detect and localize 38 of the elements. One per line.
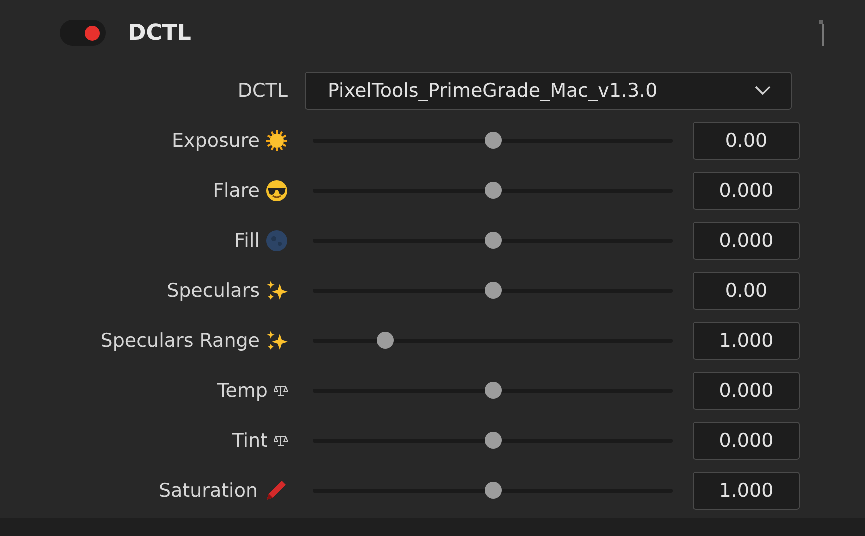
slider-label: Speculars [167,280,260,302]
value-field[interactable]: 0.000 [693,222,800,260]
slider-label: Temp [217,380,268,402]
slider-label: Flare [213,180,260,202]
slider-thumb[interactable] [485,282,502,299]
moon-icon [266,230,288,252]
enable-toggle[interactable] [60,20,106,46]
slider-thumb[interactable] [485,132,502,149]
slider-label: Tint [232,430,268,452]
scroll-indicator-icon [819,20,825,46]
value-field[interactable]: 1.000 [693,322,800,360]
chevron-down-icon [755,86,771,96]
section-title: DCTL [128,20,192,46]
slider-label: Exposure [172,130,260,152]
sun-face-icon [266,130,288,152]
sparkles-icon [266,330,288,352]
scales-icon [274,435,288,447]
slider-thumb[interactable] [485,232,502,249]
field-label: DCTL [238,80,288,102]
value-field[interactable]: 0.00 [693,122,800,160]
crayon-icon [264,479,288,503]
slider-thumb[interactable] [377,332,394,349]
value-field[interactable]: 0.000 [693,172,800,210]
dctl-dropdown[interactable]: PixelTools_PrimeGrade_Mac_v1.3.0 [305,72,792,110]
scales-icon [274,385,288,397]
value-field[interactable]: 0.000 [693,372,800,410]
value-field[interactable]: 1.000 [693,472,800,510]
slider-label: Speculars Range [100,330,260,352]
slider-thumb[interactable] [485,182,502,199]
sunglasses-face-icon [266,180,288,202]
slider-thumb[interactable] [485,432,502,449]
sparkles-icon [266,280,288,302]
slider-thumb[interactable] [485,482,502,499]
slider-label: Saturation [158,480,258,502]
slider-thumb[interactable] [485,382,502,399]
slider-label: Fill [234,230,260,252]
value-field[interactable]: 0.00 [693,272,800,310]
value-field[interactable]: 0.000 [693,422,800,460]
